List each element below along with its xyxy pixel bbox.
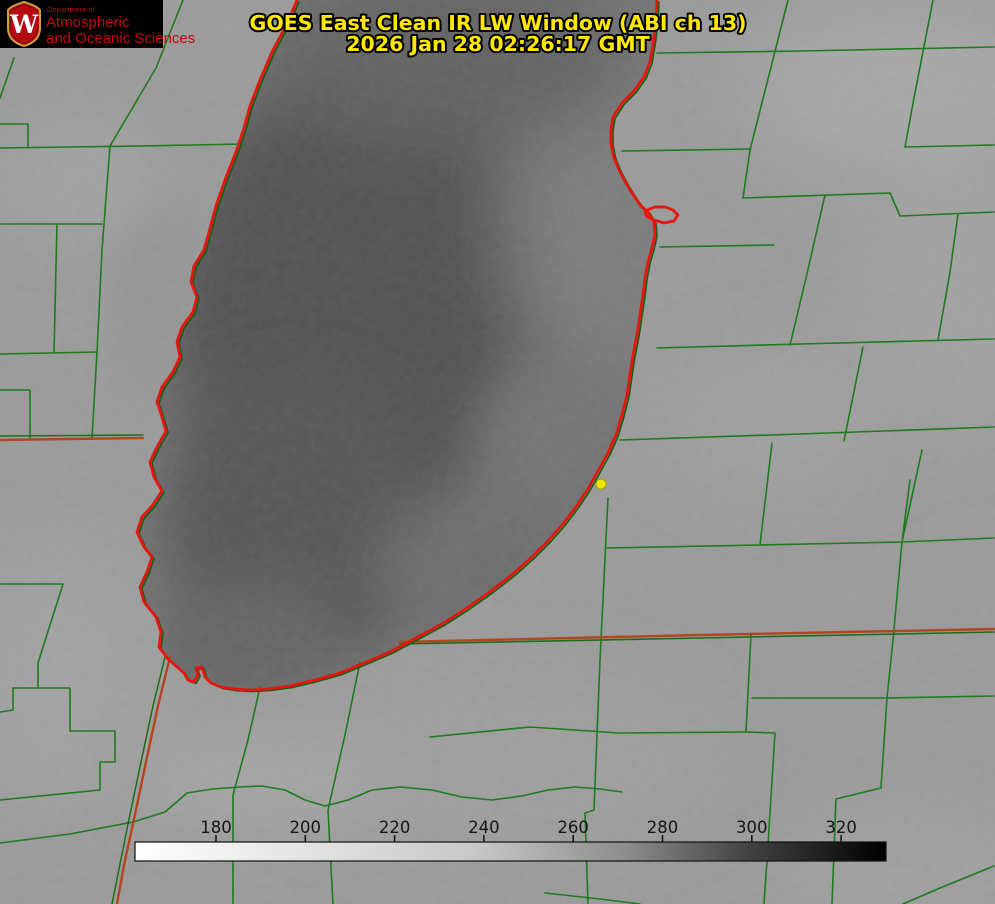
tick-label: 180 [200,818,232,837]
tick-label: 240 [468,818,500,837]
logo-name-line-2: and Oceanic Sciences [46,30,195,47]
tick-label: 300 [736,818,768,837]
colorbar-gradient-bar [135,842,886,861]
sensor-noise-overlay [0,0,995,904]
title-line-2: 2026 Jan 28 02:26:17 GMT [346,32,649,56]
satellite-image-viewer: GOES East Clean IR LW Window (ABI ch 13)… [0,0,995,904]
station-marker-dot [596,479,606,489]
crest-letter: W [9,10,39,39]
logo-name-line-1: Atmospheric [46,14,130,31]
logo-department-label: Department of [47,5,95,14]
tick-label: 320 [825,818,857,837]
goes-satellite-map: GOES East Clean IR LW Window (ABI ch 13)… [0,0,995,904]
uw-crest-logo: W [8,2,40,46]
tick-label: 260 [557,818,589,837]
tick-label: 220 [379,818,411,837]
tick-label: 280 [647,818,679,837]
tick-label: 200 [290,818,322,837]
